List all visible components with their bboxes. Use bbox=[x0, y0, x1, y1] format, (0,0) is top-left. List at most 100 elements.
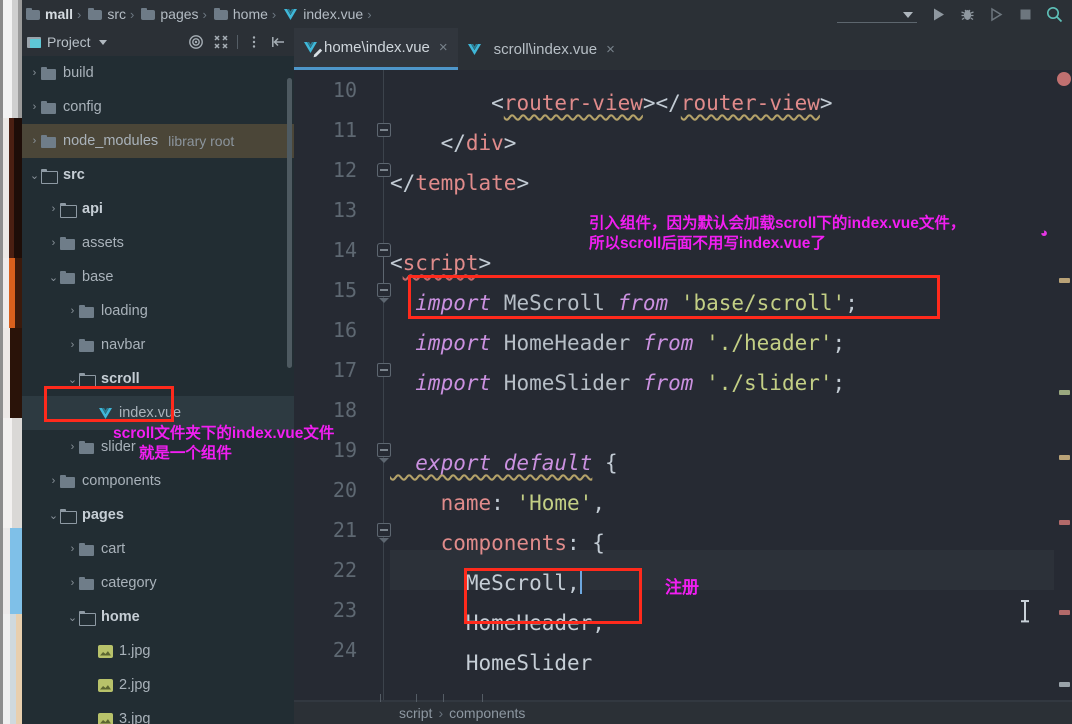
tree-item-api[interactable]: › api bbox=[22, 192, 294, 226]
chevron-down-icon[interactable]: ⌄ bbox=[47, 509, 60, 522]
tree-item-base[interactable]: ⌄ base bbox=[22, 260, 294, 294]
folder-icon bbox=[79, 576, 95, 590]
folder-icon bbox=[60, 236, 76, 250]
tree-item-2-jpg[interactable]: 2.jpg bbox=[22, 668, 294, 702]
tree-item-label: scroll bbox=[101, 371, 140, 387]
fold-marker[interactable] bbox=[377, 243, 391, 257]
editor-gutter[interactable]: 10 11 12 13 14 15 16 17 18 19 20 21 22 23 24 bbox=[294, 70, 391, 702]
chevron-right-icon[interactable]: › bbox=[47, 237, 60, 249]
folder-icon bbox=[60, 270, 76, 284]
fold-marker[interactable] bbox=[377, 283, 391, 297]
marker-stripe[interactable] bbox=[1059, 278, 1070, 283]
code-line-21: components: { bbox=[390, 531, 605, 555]
run-configuration-selector[interactable] bbox=[837, 6, 917, 23]
tree-item-3-jpg[interactable]: 3.jpg bbox=[22, 702, 294, 724]
fold-marker[interactable] bbox=[377, 523, 391, 537]
folder-icon bbox=[41, 100, 57, 114]
inspection-status-icon[interactable] bbox=[1057, 72, 1071, 86]
chevron-down-icon[interactable]: ⌄ bbox=[66, 373, 79, 386]
tree-item-category[interactable]: › category bbox=[22, 566, 294, 600]
chevron-down-icon[interactable] bbox=[98, 39, 107, 45]
fold-marker[interactable] bbox=[377, 123, 391, 137]
chevron-down-icon[interactable]: ⌄ bbox=[66, 611, 79, 624]
status-crumb-components[interactable]: components bbox=[449, 705, 525, 721]
tree-item-node-modules[interactable]: › node_modules library root bbox=[22, 124, 294, 158]
chevron-down-icon[interactable]: ⌄ bbox=[28, 169, 41, 182]
run-toolbar bbox=[837, 0, 1068, 28]
chevron-right-icon[interactable]: › bbox=[47, 475, 60, 487]
tree-item-pages[interactable]: ⌄ pages bbox=[22, 498, 294, 532]
folder-icon bbox=[79, 440, 95, 454]
target-icon[interactable] bbox=[185, 31, 207, 53]
line-number: 18 bbox=[332, 398, 357, 422]
chevron-right-icon[interactable]: › bbox=[28, 135, 41, 147]
marker-stripe[interactable] bbox=[1059, 610, 1070, 615]
vertical-dots-icon[interactable] bbox=[243, 31, 265, 53]
marker-stripe[interactable] bbox=[1059, 682, 1070, 687]
hide-panel-icon[interactable] bbox=[268, 31, 290, 53]
marker-stripe[interactable] bbox=[1059, 390, 1070, 395]
chevron-right-icon[interactable]: › bbox=[66, 339, 79, 351]
stop-button[interactable] bbox=[1012, 1, 1039, 27]
tree-item-cart[interactable]: › cart bbox=[22, 532, 294, 566]
chevron-down-icon[interactable]: ⌄ bbox=[47, 271, 60, 284]
folder-open-icon bbox=[60, 508, 77, 524]
status-crumb-script[interactable]: script bbox=[399, 705, 432, 721]
tree-item-components[interactable]: › components bbox=[22, 464, 294, 498]
editor-marker-gutter[interactable] bbox=[1054, 70, 1072, 702]
tree-item-navbar[interactable]: › navbar bbox=[22, 328, 294, 362]
debug-button[interactable] bbox=[954, 1, 981, 27]
tree-item-build[interactable]: › build bbox=[22, 56, 294, 90]
breadcrumb-label: pages bbox=[160, 6, 199, 22]
redbox-mescroll-register bbox=[464, 568, 642, 624]
chevron-right-icon[interactable]: › bbox=[66, 305, 79, 317]
fold-marker[interactable] bbox=[377, 443, 391, 457]
marker-stripe[interactable] bbox=[1059, 455, 1070, 460]
close-icon[interactable]: × bbox=[439, 39, 448, 56]
folder-icon bbox=[79, 542, 95, 556]
tree-item-home[interactable]: ⌄ home bbox=[22, 600, 294, 634]
marker-pin-icon: ◕ bbox=[1040, 225, 1048, 240]
chevron-right-icon[interactable]: › bbox=[66, 441, 79, 453]
chevron-right-icon[interactable]: › bbox=[66, 577, 79, 589]
breadcrumb-item-index-vue[interactable]: index.vue bbox=[279, 0, 364, 28]
marker-stripe[interactable] bbox=[1059, 520, 1070, 525]
fold-marker[interactable] bbox=[377, 363, 391, 377]
breadcrumb-separator: › bbox=[77, 6, 82, 22]
chevron-right-icon[interactable]: › bbox=[47, 203, 60, 215]
collapse-all-icon[interactable] bbox=[210, 31, 232, 53]
background-window-sliver bbox=[0, 0, 22, 724]
tab-home-index-vue[interactable]: home\index.vue × bbox=[294, 28, 458, 70]
close-icon[interactable]: × bbox=[606, 41, 615, 58]
tree-item-config[interactable]: › config bbox=[22, 90, 294, 124]
code-line-17: import HomeSlider from './slider'; bbox=[390, 371, 846, 395]
search-icon[interactable] bbox=[1041, 1, 1068, 27]
tree-scrollbar[interactable] bbox=[287, 78, 292, 368]
breadcrumb-item-src[interactable]: src bbox=[84, 0, 127, 28]
fold-marker[interactable] bbox=[377, 163, 391, 177]
code-line-19: export default { bbox=[390, 451, 618, 475]
breadcrumb-item-home[interactable]: home bbox=[210, 0, 269, 28]
chevron-right-icon[interactable]: › bbox=[28, 67, 41, 79]
breadcrumb-item-pages[interactable]: pages bbox=[137, 0, 199, 28]
breadcrumb-item-mall[interactable]: mall bbox=[22, 0, 74, 28]
breadcrumb-label: index.vue bbox=[303, 6, 364, 22]
folder-icon bbox=[79, 338, 95, 352]
tab-scroll-index-vue[interactable]: scroll\index.vue × bbox=[458, 28, 625, 70]
tree-item-loading[interactable]: › loading bbox=[22, 294, 294, 328]
code-editor[interactable]: 10 11 12 13 14 15 16 17 18 19 20 21 22 23 24 <router-v… bbox=[294, 70, 1072, 702]
chevron-right-icon[interactable]: › bbox=[28, 101, 41, 113]
chevron-right-icon[interactable]: › bbox=[66, 543, 79, 555]
tree-item-src[interactable]: ⌄ src bbox=[22, 158, 294, 192]
image-file-icon bbox=[98, 644, 113, 658]
line-number: 15 bbox=[332, 278, 357, 302]
fold-end-arrow bbox=[379, 538, 389, 543]
run-button[interactable] bbox=[925, 1, 952, 27]
project-panel-title[interactable]: Project bbox=[47, 34, 91, 50]
line-number: 13 bbox=[332, 198, 357, 222]
tab-label: home\index.vue bbox=[324, 39, 430, 56]
run-coverage-button[interactable] bbox=[983, 1, 1010, 27]
tree-item-1-jpg[interactable]: 1.jpg bbox=[22, 634, 294, 668]
tree-item-label: node_modules bbox=[63, 133, 159, 149]
tree-item-assets[interactable]: › assets bbox=[22, 226, 294, 260]
